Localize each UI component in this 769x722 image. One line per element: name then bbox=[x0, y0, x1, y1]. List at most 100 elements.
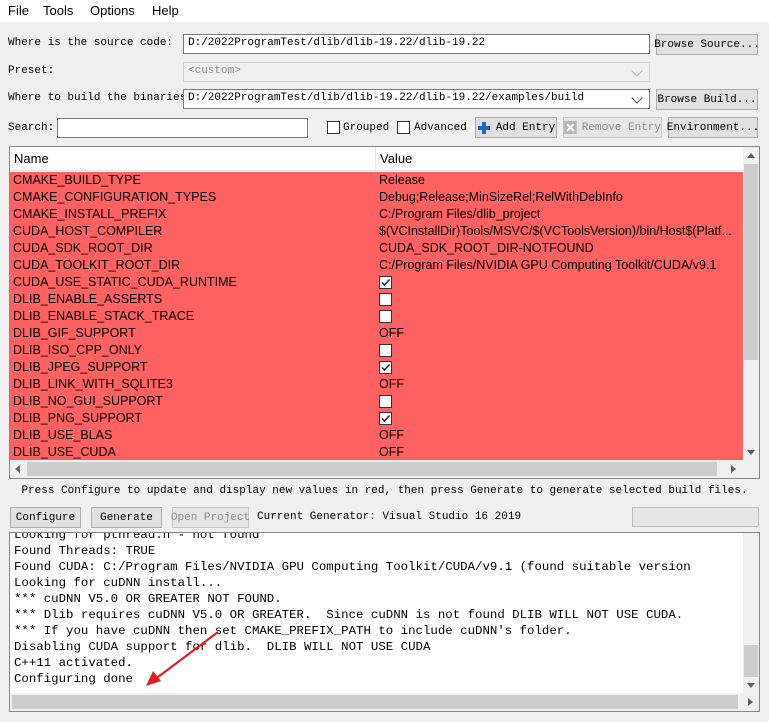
chevron-down-icon[interactable] bbox=[631, 92, 643, 104]
row-checkbox-checked[interactable] bbox=[379, 361, 392, 374]
table-row[interactable]: DLIB_PNG_SUPPORT bbox=[10, 410, 743, 427]
output-scroll-down-icon[interactable] bbox=[747, 683, 755, 688]
output-horizontal-scrollbar[interactable] bbox=[10, 693, 759, 711]
table-row[interactable]: DLIB_ENABLE_ASSERTS bbox=[10, 291, 743, 308]
menu-tools[interactable]: Tools bbox=[43, 3, 73, 18]
row-name: DLIB_NO_GUI_SUPPORT bbox=[13, 394, 163, 408]
row-value[interactable]: OFF bbox=[379, 427, 741, 444]
horizontal-scrollbar[interactable] bbox=[10, 460, 759, 478]
scroll-thumb[interactable] bbox=[744, 164, 758, 360]
generate-button[interactable]: Generate bbox=[91, 507, 162, 528]
output-scroll-right-icon[interactable] bbox=[748, 698, 753, 706]
row-name: DLIB_USE_BLAS bbox=[13, 428, 113, 442]
current-generator-label: Current Generator: Visual Studio 16 2019 bbox=[257, 511, 522, 523]
row-name: CUDA_USE_STATIC_CUDA_RUNTIME bbox=[13, 275, 237, 289]
table-row[interactable]: DLIB_ENABLE_STACK_TRACE bbox=[10, 308, 743, 325]
plus-icon bbox=[477, 121, 490, 134]
table-row[interactable]: DLIB_JPEG_SUPPORT bbox=[10, 359, 743, 376]
build-input[interactable]: D:/2022ProgramTest/dlib/dlib-19.22/dlib-… bbox=[183, 89, 650, 109]
add-entry-button[interactable]: Add Entry bbox=[475, 117, 557, 138]
preset-label: Preset: bbox=[8, 65, 55, 77]
output-vertical-scrollbar[interactable] bbox=[743, 533, 759, 693]
row-name: DLIB_PNG_SUPPORT bbox=[13, 411, 142, 425]
table-row[interactable]: CMAKE_CONFIGURATION_TYPES Debug;Release;M… bbox=[10, 189, 743, 206]
scroll-up-icon[interactable] bbox=[747, 153, 755, 158]
chevron-down-icon bbox=[631, 65, 643, 77]
search-input[interactable] bbox=[57, 118, 308, 138]
grouped-label: Grouped bbox=[343, 122, 390, 134]
table-row[interactable]: CMAKE_BUILD_TYPE Release bbox=[10, 172, 743, 189]
table-row[interactable]: DLIB_NO_GUI_SUPPORT bbox=[10, 393, 743, 410]
row-value[interactable]: OFF bbox=[379, 444, 741, 460]
row-value[interactable]: Debug;Release;MinSizeRel;RelWithDebInfo bbox=[379, 189, 741, 206]
remove-entry-button[interactable]: Remove Entry bbox=[563, 117, 662, 138]
browse-source-button[interactable]: Browse Source... bbox=[654, 34, 760, 55]
table-row[interactable]: DLIB_ISO_CPP_ONLY bbox=[10, 342, 743, 359]
row-name: CMAKE_CONFIGURATION_TYPES bbox=[13, 190, 217, 204]
output-line: *** cuDNN V5.0 OR GREATER NOT FOUND. bbox=[14, 592, 282, 606]
scroll-right-icon[interactable] bbox=[731, 465, 736, 473]
row-value[interactable]: C:/Program Files/dlib_project bbox=[379, 206, 741, 223]
preset-select[interactable]: <custom> bbox=[183, 62, 650, 82]
grouped-checkbox[interactable] bbox=[327, 121, 340, 134]
table-row[interactable]: CUDA_HOST_COMPILER $(VCInstallDir)Tools/M… bbox=[10, 223, 743, 240]
column-header-value[interactable]: Value bbox=[376, 147, 743, 171]
row-name: CMAKE_INSTALL_PREFIX bbox=[13, 207, 167, 221]
row-checkbox[interactable] bbox=[379, 310, 392, 323]
row-name: CMAKE_BUILD_TYPE bbox=[13, 173, 141, 187]
advanced-checkbox[interactable] bbox=[397, 121, 410, 134]
table-row[interactable]: CUDA_TOOLKIT_ROOT_DIR C:/Program Files/NV… bbox=[10, 257, 743, 274]
output-line: *** Dlib requires cuDNN V5.0 OR GREATER.… bbox=[14, 608, 684, 622]
table-row[interactable]: CMAKE_INSTALL_PREFIX C:/Program Files/dli… bbox=[10, 206, 743, 223]
row-checkbox[interactable] bbox=[379, 293, 392, 306]
row-value[interactable]: CUDA_SDK_ROOT_DIR-NOTFOUND bbox=[379, 240, 741, 257]
source-label: Where is the source code: bbox=[8, 37, 174, 49]
open-project-button[interactable]: Open Project bbox=[171, 507, 250, 528]
browse-build-button[interactable]: Browse Build... bbox=[656, 89, 758, 110]
row-value[interactable]: Release bbox=[379, 172, 741, 189]
table-row[interactable]: CUDA_USE_STATIC_CUDA_RUNTIME bbox=[10, 274, 743, 291]
row-value[interactable]: OFF bbox=[379, 376, 741, 393]
row-name: DLIB_ENABLE_ASSERTS bbox=[13, 292, 163, 306]
row-checkbox-checked[interactable] bbox=[379, 276, 392, 289]
row-value[interactable]: C:/Program Files/NVIDIA GPU Computing To… bbox=[379, 257, 741, 274]
environment-button[interactable]: Environment... bbox=[667, 117, 759, 138]
table-row[interactable]: CUDA_SDK_ROOT_DIR CUDA_SDK_ROOT_DIR-NOTFO… bbox=[10, 240, 743, 257]
row-checkbox[interactable] bbox=[379, 395, 392, 408]
row-value[interactable]: $(VCInstallDir)Tools/MSVC/$(VCToolsVersi… bbox=[379, 223, 741, 240]
scroll-left-icon[interactable] bbox=[15, 465, 20, 473]
row-name: DLIB_JPEG_SUPPORT bbox=[13, 360, 148, 374]
row-checkbox[interactable] bbox=[379, 344, 392, 357]
table-row[interactable]: DLIB_USE_BLAS OFF bbox=[10, 427, 743, 444]
table-row[interactable]: DLIB_LINK_WITH_SQLITE3 OFF bbox=[10, 376, 743, 393]
output-line: C++11 activated. bbox=[14, 656, 133, 670]
output-log[interactable]: Looking for pthread.h - not found Found T… bbox=[9, 532, 760, 712]
table-header: Name Value bbox=[10, 147, 743, 171]
table-row[interactable]: DLIB_GIF_SUPPORT OFF bbox=[10, 325, 743, 342]
column-header-name[interactable]: Name bbox=[10, 147, 376, 171]
menu-help[interactable]: Help bbox=[152, 3, 179, 18]
progress-bar bbox=[632, 507, 759, 527]
table-row[interactable]: DLIB_USE_CUDA OFF bbox=[10, 444, 743, 460]
check-icon bbox=[381, 414, 391, 423]
row-checkbox-checked[interactable] bbox=[379, 412, 392, 425]
row-value[interactable]: OFF bbox=[379, 325, 741, 342]
source-input[interactable]: D:/2022ProgramTest/dlib/dlib-19.22/dlib-… bbox=[183, 34, 650, 54]
scroll-down-icon[interactable] bbox=[747, 450, 755, 455]
check-icon bbox=[381, 278, 391, 287]
output-scroll-thumb-horizontal[interactable] bbox=[12, 695, 738, 709]
output-scroll-thumb[interactable] bbox=[744, 645, 758, 677]
row-name: DLIB_ENABLE_STACK_TRACE bbox=[13, 309, 195, 323]
check-icon bbox=[381, 363, 391, 372]
build-value: D:/2022ProgramTest/dlib/dlib-19.22/dlib-… bbox=[188, 92, 585, 104]
vertical-scrollbar[interactable] bbox=[743, 147, 759, 460]
row-name: CUDA_HOST_COMPILER bbox=[13, 224, 163, 238]
output-line: Looking for pthread.h - not found bbox=[14, 532, 260, 542]
row-name: CUDA_SDK_ROOT_DIR bbox=[13, 241, 153, 255]
menu-options[interactable]: Options bbox=[90, 3, 135, 18]
configure-button[interactable]: Configure bbox=[10, 507, 81, 528]
row-name: DLIB_LINK_WITH_SQLITE3 bbox=[13, 377, 173, 391]
scroll-thumb-horizontal[interactable] bbox=[27, 462, 717, 476]
build-label: Where to build the binaries: bbox=[8, 92, 193, 104]
menu-file[interactable]: File bbox=[8, 3, 29, 18]
